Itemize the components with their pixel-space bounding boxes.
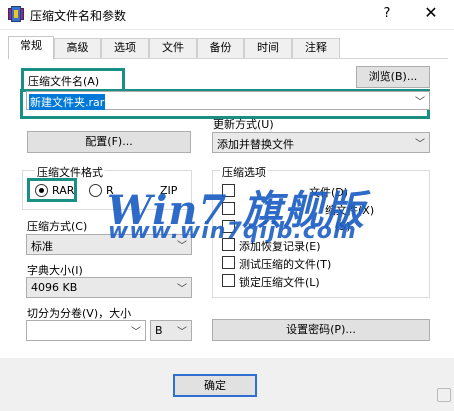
winrar-books-icon — [8, 6, 24, 22]
browse-button[interactable]: 浏览(B)... — [356, 66, 430, 88]
corner-logo-icon — [437, 388, 451, 402]
archive-name-value: 新建文件夹.rar — [29, 94, 106, 110]
dictionary-value: 4096 KB — [31, 281, 78, 294]
tab-strip: 常规 高级 选项 文件 备份 时间 注释 — [8, 36, 448, 59]
archive-name-label: 压缩文件名(A) — [28, 75, 100, 88]
tab-backup[interactable]: 备份 — [197, 38, 244, 58]
chevron-down-icon: ﹀ — [177, 327, 187, 338]
split-unit-select[interactable]: B ﹀ — [150, 320, 192, 341]
update-mode-select[interactable]: 添加并替换文件 ﹀ — [212, 132, 430, 153]
archive-name-input[interactable]: 新建文件夹.rar ﹀ — [26, 91, 430, 110]
tab-general[interactable]: 常规 — [8, 36, 54, 59]
format-rar-radio[interactable] — [35, 184, 48, 197]
lock-archive-label: 锁定压缩文件(L) — [239, 276, 320, 289]
method-value: 标准 — [31, 240, 53, 253]
close-button[interactable]: ✕ — [420, 3, 442, 22]
tab-advanced[interactable]: 高级 — [54, 38, 101, 58]
update-mode-label: 更新方式(U) — [213, 118, 274, 131]
split-size-input[interactable]: ﹀ — [26, 320, 146, 341]
dictionary-select[interactable]: 4096 KB ﹀ — [26, 277, 192, 298]
format-rar4-radio[interactable] — [89, 184, 102, 197]
test-files-checkbox[interactable] — [222, 256, 235, 269]
chevron-down-icon[interactable]: ﹀ — [415, 93, 425, 108]
update-mode-value: 添加并替换文件 — [217, 138, 294, 151]
chevron-down-icon: ﹀ — [177, 284, 187, 295]
test-files-label: 测试压缩的文件(T) — [239, 258, 332, 271]
format-rar-label: RAR — [52, 184, 75, 197]
tab-comment[interactable]: 注释 — [292, 38, 340, 58]
watermark-url: www.win7qijb.com — [108, 219, 357, 244]
method-label: 压缩方式(C) — [27, 220, 88, 233]
dialog-footer: 确定 — [0, 358, 454, 411]
tab-files[interactable]: 文件 — [149, 38, 197, 58]
title-bar: 压缩文件名和参数 ? ✕ — [0, 0, 454, 30]
window-title: 压缩文件名和参数 — [30, 9, 127, 23]
help-button[interactable]: ? — [378, 6, 396, 21]
chevron-down-icon: ﹀ — [131, 327, 141, 338]
tab-time[interactable]: 时间 — [244, 38, 292, 58]
chevron-down-icon: ﹀ — [415, 139, 425, 150]
dictionary-label: 字典大小(I) — [27, 264, 83, 277]
profiles-button[interactable]: 配置(F)... — [27, 131, 191, 153]
lock-archive-checkbox[interactable] — [222, 274, 235, 287]
split-unit-value: B — [155, 324, 163, 337]
set-password-button[interactable]: 设置密码(P)... — [212, 319, 430, 341]
ok-button[interactable]: 确定 — [173, 374, 257, 397]
split-label: 切分为分卷(V)，大小 — [27, 307, 132, 320]
tab-options[interactable]: 选项 — [101, 38, 149, 58]
tab-divider — [8, 58, 448, 59]
